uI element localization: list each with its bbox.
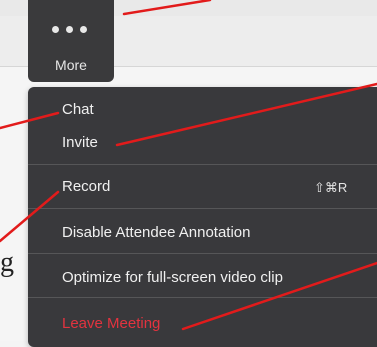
background-text-fragment: g	[0, 247, 14, 278]
more-menu: Chat Invite Record ⇧⌘R Disable Attendee …	[28, 87, 377, 347]
menu-separator	[28, 297, 377, 298]
menu-separator	[28, 208, 377, 209]
menu-item-invite[interactable]: Invite	[28, 128, 377, 158]
menu-separator	[28, 253, 377, 254]
menu-item-optimize-video[interactable]: Optimize for full-screen video clip	[28, 263, 377, 293]
menu-item-label: Optimize for full-screen video clip	[62, 269, 283, 286]
menu-item-leave-meeting[interactable]: Leave Meeting	[28, 309, 377, 339]
menu-item-label: Chat	[62, 101, 94, 118]
meeting-toolbar: More	[28, 0, 114, 82]
more-button-label: More	[55, 57, 87, 73]
menu-item-disable-annotation[interactable]: Disable Attendee Annotation	[28, 218, 377, 248]
menu-item-record[interactable]: Record ⇧⌘R	[28, 172, 377, 202]
menu-item-label: Leave Meeting	[62, 315, 161, 332]
more-button[interactable]: More	[28, 0, 114, 82]
ellipsis-icon	[52, 26, 92, 36]
menu-item-label: Disable Attendee Annotation	[62, 224, 251, 241]
menu-item-label: Record	[62, 178, 111, 195]
record-shortcut: ⇧⌘R	[314, 180, 348, 195]
menu-item-chat[interactable]: Chat	[28, 95, 377, 125]
menu-separator	[28, 164, 377, 165]
menu-item-label: Invite	[62, 134, 98, 151]
